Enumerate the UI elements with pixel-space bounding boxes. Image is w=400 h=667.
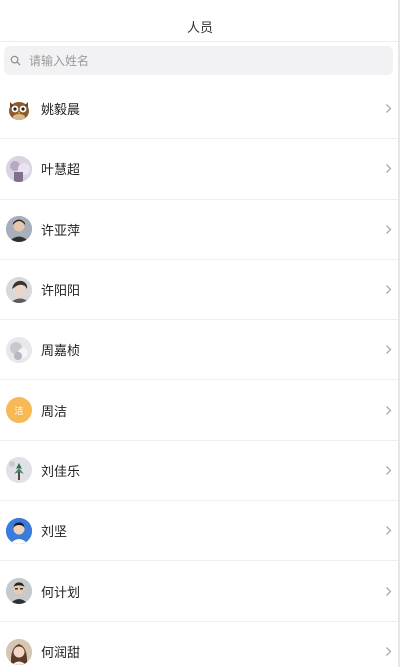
photo-avatar (6, 638, 32, 665)
person-row[interactable]: 刘佳乐 (0, 441, 400, 502)
chevron-right-icon (382, 525, 392, 537)
person-name: 许亚萍 (41, 223, 81, 239)
photo-avatar (6, 155, 32, 182)
photo-avatar (6, 578, 32, 605)
person-name: 何计划 (41, 585, 81, 601)
chevron-right-icon (382, 284, 392, 296)
person-row[interactable]: 姚毅晨 (0, 79, 400, 140)
person-name: 周洁 (41, 404, 68, 420)
nav-header: 人员 (0, 0, 400, 42)
person-row[interactable]: 洁 周洁 (0, 380, 400, 441)
person-name: 周嘉桢 (41, 344, 81, 360)
search-input[interactable] (29, 53, 369, 68)
chevron-right-icon (382, 585, 392, 597)
person-row[interactable]: 刘坚 (0, 501, 400, 562)
photo-avatar (6, 216, 32, 243)
search-bar[interactable] (4, 46, 393, 75)
person-name: 刘佳乐 (41, 464, 81, 480)
person-row[interactable]: 许亚萍 (0, 200, 400, 260)
person-name: 刘坚 (41, 525, 68, 541)
person-name: 何润甜 (41, 646, 81, 662)
chevron-right-icon (382, 464, 392, 476)
chevron-right-icon (382, 223, 392, 235)
person-name: 许阳阳 (41, 284, 81, 300)
photo-avatar (6, 517, 32, 544)
person-row[interactable]: 叶慧超 (0, 139, 400, 200)
chevron-right-icon (382, 163, 392, 175)
chevron-right-icon (382, 103, 392, 115)
avatar-initial: 洁 (14, 406, 24, 417)
person-row[interactable]: 何计划 (0, 561, 400, 622)
search-icon (10, 55, 22, 67)
search-box[interactable] (4, 46, 393, 75)
initial-avatar: 洁 (6, 397, 32, 424)
chevron-right-icon (382, 646, 392, 658)
photo-avatar (6, 336, 32, 363)
owl-avatar (6, 95, 32, 122)
chevron-right-icon (382, 404, 392, 416)
chevron-right-icon (382, 344, 392, 356)
person-name: 姚毅晨 (41, 103, 81, 119)
person-row[interactable]: 许阳阳 (0, 260, 400, 321)
photo-avatar (6, 457, 32, 484)
person-list: 姚毅晨 叶慧超 许亚萍 许阳阳 周嘉桢 洁 周洁 刘佳乐 刘坚 何计划 何润甜 (0, 79, 400, 667)
photo-avatar (6, 276, 32, 303)
person-name: 叶慧超 (41, 163, 81, 179)
person-row[interactable]: 何润甜 (0, 622, 400, 667)
person-row[interactable]: 周嘉桢 (0, 320, 400, 381)
page-title: 人员 (186, 21, 213, 36)
